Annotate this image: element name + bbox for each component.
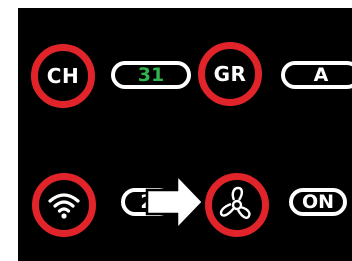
group-value: A [313, 64, 329, 86]
wifi-icon [48, 193, 80, 219]
channel-button-label: CH [46, 64, 80, 88]
channel-button[interactable]: CH [31, 44, 95, 108]
fan-value: ON [301, 191, 335, 213]
channel-value: 31 [137, 64, 165, 86]
group-value-display: A [281, 61, 352, 89]
wifi-button[interactable] [32, 173, 96, 237]
fan-button[interactable] [205, 173, 269, 237]
pointer-arrow-icon [145, 173, 205, 231]
fan-icon [219, 186, 251, 219]
fan-value-display: ON [289, 188, 347, 216]
control-panel-display: CH 31 GR A 2 ON [18, 8, 352, 261]
group-button[interactable]: GR [198, 42, 262, 106]
group-button-label: GR [213, 62, 247, 86]
channel-value-display: 31 [111, 61, 191, 89]
